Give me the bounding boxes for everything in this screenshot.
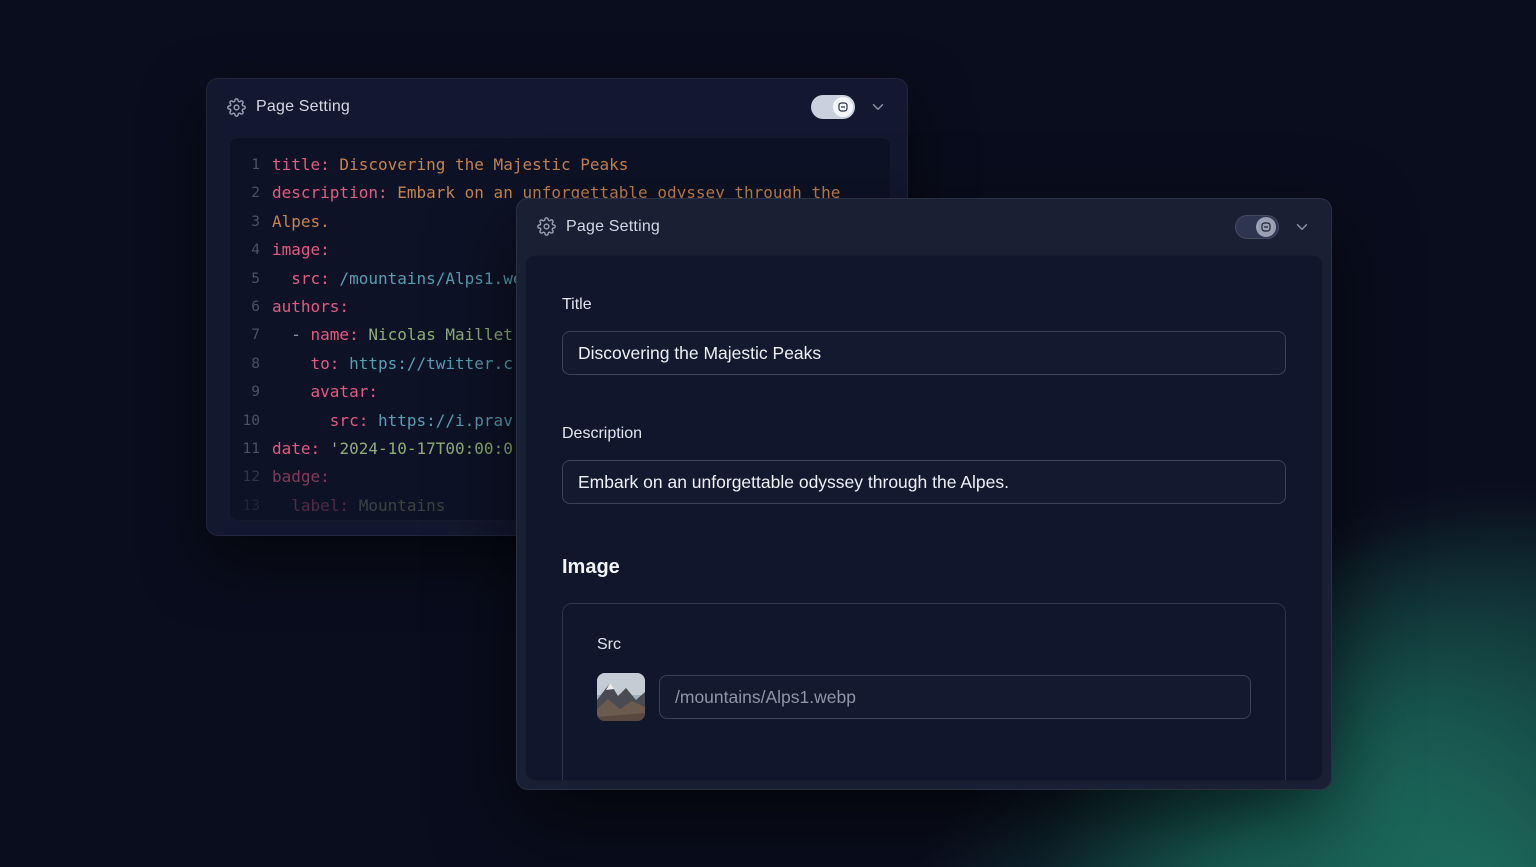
line-number: 13	[230, 492, 260, 520]
line-content: avatar:	[260, 378, 378, 406]
line-content: to: https://twitter.c	[260, 350, 513, 378]
page-setting-form-panel: Page Setting Title Description	[516, 198, 1332, 790]
panel-title: Page Setting	[566, 218, 660, 236]
panel-header: Page Setting	[517, 199, 1331, 254]
line-number: 7	[230, 321, 260, 349]
line-number: 6	[230, 293, 260, 321]
title-input[interactable]	[562, 331, 1286, 375]
line-content: title: Discovering the Majestic Peaks	[260, 151, 628, 179]
description-input[interactable]	[562, 460, 1286, 504]
code-view-toggle[interactable]	[1235, 215, 1279, 239]
title-label: Title	[562, 296, 1286, 314]
line-content: - name: Nicolas Maillet	[260, 321, 513, 349]
panel-title: Page Setting	[256, 98, 350, 116]
code-block-icon	[1260, 221, 1272, 233]
code-block-icon	[837, 101, 849, 113]
line-number: 1	[230, 151, 260, 179]
gear-icon	[227, 98, 246, 117]
desktop-background: Page Setting 1title: Discovering the Maj…	[0, 0, 1536, 867]
code-line: 1title: Discovering the Majestic Peaks	[230, 151, 890, 179]
src-input[interactable]	[659, 675, 1251, 719]
gear-icon	[537, 217, 556, 236]
src-row	[597, 673, 1251, 721]
line-number: 12	[230, 463, 260, 491]
line-number: 4	[230, 236, 260, 264]
line-content: src: /mountains/Alps1.webp	[260, 265, 542, 293]
line-number: 11	[230, 435, 260, 463]
line-content: image:	[260, 236, 330, 264]
line-number: 10	[230, 407, 260, 435]
line-number: 9	[230, 378, 260, 406]
line-content: label: Mountains	[260, 492, 445, 520]
line-number: 8	[230, 350, 260, 378]
line-content: src: https://i.prav	[260, 407, 513, 435]
mountain-photo	[597, 673, 645, 721]
chevron-down-icon[interactable]	[1293, 218, 1311, 236]
image-section-heading: Image	[562, 556, 1286, 579]
toggle-knob	[833, 97, 853, 117]
chevron-down-icon[interactable]	[869, 98, 887, 116]
src-label: Src	[597, 636, 1251, 654]
line-number: 2	[230, 179, 260, 207]
line-content: date: '2024-10-17T00:00:0	[260, 435, 513, 463]
panel-header: Page Setting	[207, 79, 907, 135]
line-content: authors:	[260, 293, 349, 321]
image-thumbnail[interactable]	[597, 673, 645, 721]
toggle-knob	[1256, 217, 1276, 237]
line-number: 3	[230, 208, 260, 236]
page-setting-form: Title Description Image Src	[525, 255, 1323, 781]
line-content: badge:	[260, 463, 330, 491]
image-group-box: Src	[562, 603, 1286, 781]
line-number: 5	[230, 265, 260, 293]
code-view-toggle[interactable]	[811, 95, 855, 119]
description-label: Description	[562, 425, 1286, 443]
line-content: Alpes.	[260, 208, 330, 236]
